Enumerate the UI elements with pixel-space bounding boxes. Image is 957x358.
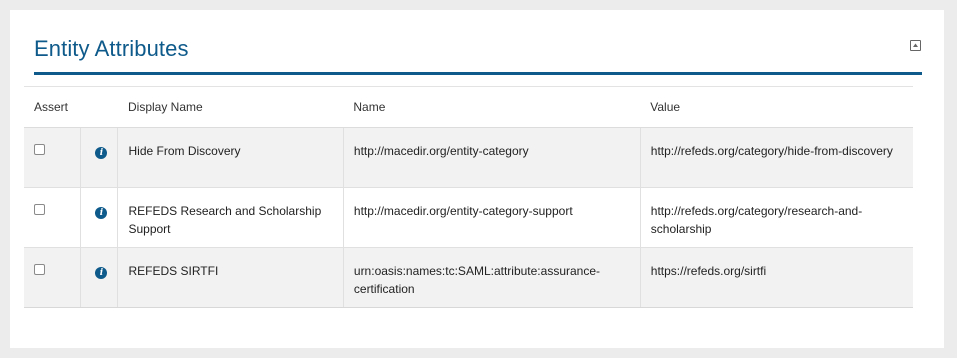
entity-attributes-table: Assert Display Name Name Value i Hide Fr…	[24, 86, 913, 308]
value-cell: http://refeds.org/category/hide-from-dis…	[639, 127, 913, 188]
panel-header: Entity Attributes	[34, 32, 922, 75]
info-icon[interactable]: i	[95, 147, 108, 159]
name-cell: http://macedir.org/entity-category-suppo…	[342, 187, 641, 248]
value-cell: https://refeds.org/sirtfi	[639, 247, 913, 308]
value-cell: http://refeds.org/category/research-and-…	[639, 187, 913, 248]
assert-cell	[24, 187, 81, 248]
column-header-info	[80, 86, 118, 128]
collapse-up-icon[interactable]	[910, 40, 921, 51]
column-header-assert: Assert	[24, 86, 81, 128]
column-header-display-name: Display Name	[117, 86, 344, 128]
assert-checkbox[interactable]	[34, 144, 45, 155]
info-cell: i	[80, 187, 118, 248]
table-row: i REFEDS Research and Scholarship Suppor…	[24, 187, 913, 248]
assert-cell	[24, 127, 81, 188]
info-icon[interactable]: i	[95, 267, 108, 279]
assert-checkbox[interactable]	[34, 264, 45, 275]
info-icon[interactable]: i	[95, 207, 108, 219]
display-name-cell: REFEDS Research and Scholarship Support	[117, 187, 344, 248]
column-header-value: Value	[640, 86, 913, 128]
display-name-cell: REFEDS SIRTFI	[117, 247, 344, 308]
assert-cell	[24, 247, 81, 308]
info-cell: i	[80, 247, 118, 308]
display-name-cell: Hide From Discovery	[117, 127, 344, 188]
name-cell: http://macedir.org/entity-category	[342, 127, 641, 188]
panel-title: Entity Attributes	[34, 36, 189, 61]
table-row: i Hide From Discovery http://macedir.org…	[24, 127, 913, 188]
name-cell: urn:oasis:names:tc:SAML:attribute:assura…	[342, 247, 641, 308]
column-header-name: Name	[343, 86, 641, 128]
info-cell: i	[80, 127, 118, 188]
table-row: i REFEDS SIRTFI urn:oasis:names:tc:SAML:…	[24, 247, 913, 308]
assert-checkbox[interactable]	[34, 204, 45, 215]
table-header-row: Assert Display Name Name Value	[24, 86, 913, 128]
